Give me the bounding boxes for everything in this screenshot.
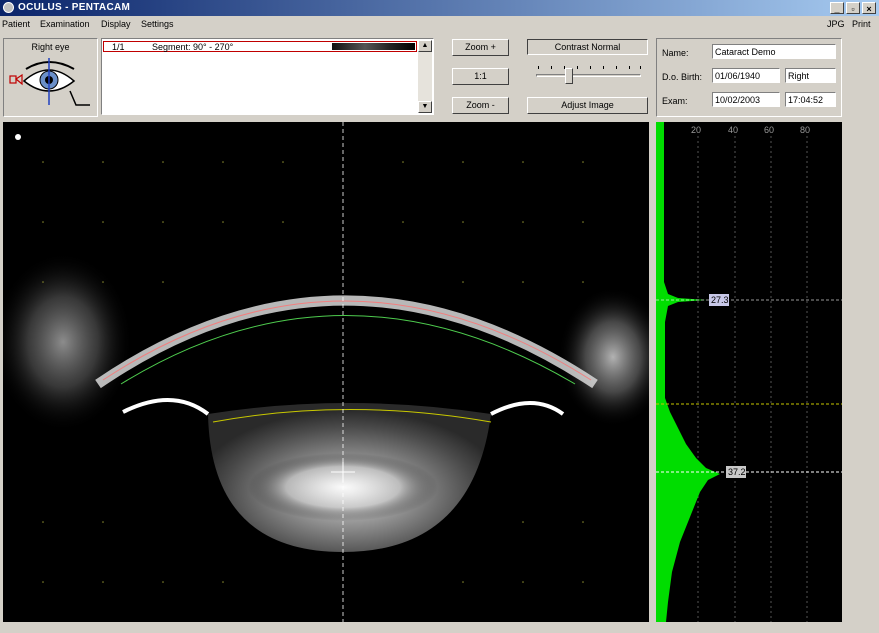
menu-bar: Patient Examination Display Settings JPG… bbox=[0, 16, 879, 33]
peak-1-value: 27.3 bbox=[711, 295, 729, 305]
close-button[interactable]: × bbox=[862, 2, 876, 14]
window-title: OCULUS - PENTACAM bbox=[18, 2, 131, 13]
scheimpflug-image[interactable] bbox=[3, 122, 649, 622]
dob-label: D.o. Birth: bbox=[662, 72, 703, 82]
slider-tick bbox=[538, 66, 539, 69]
slider-tick bbox=[603, 66, 604, 69]
densitogram-tick: 40 bbox=[728, 125, 738, 135]
name-field[interactable]: Cataract Demo bbox=[712, 44, 836, 59]
segment-row[interactable]: 1/1 Segment: 90° - 270° bbox=[103, 41, 417, 52]
adjust-image-button[interactable]: Adjust Image bbox=[527, 97, 648, 114]
zoom-out-button[interactable]: Zoom - bbox=[452, 97, 509, 114]
eye-icon bbox=[9, 58, 90, 106]
densitogram-panel: 20 40 60 80 27.3 37.2 bbox=[656, 122, 842, 622]
eye-label: Right eye bbox=[31, 42, 70, 52]
segment-label: Segment: 90° - 270° bbox=[152, 42, 234, 52]
title-bar: OCULUS - PENTACAM _ ▫ × bbox=[0, 0, 879, 16]
densitogram-curve bbox=[656, 122, 720, 622]
menu-print[interactable]: Print bbox=[852, 19, 871, 29]
scroll-up-icon[interactable]: ▲ bbox=[418, 40, 432, 52]
densitogram-tick: 20 bbox=[691, 125, 701, 135]
contrast-slider-thumb[interactable] bbox=[565, 68, 573, 84]
menu-display[interactable]: Display bbox=[101, 19, 131, 29]
slider-tick bbox=[551, 66, 552, 69]
contrast-slider-track[interactable] bbox=[536, 74, 641, 77]
segment-list[interactable]: 1/1 Segment: 90° - 270° ▲ ▼ bbox=[101, 38, 434, 115]
menu-patient[interactable]: Patient bbox=[2, 19, 30, 29]
app-icon bbox=[3, 2, 14, 13]
exam-date-field[interactable]: 10/02/2003 bbox=[712, 92, 780, 107]
exam-time-field[interactable]: 17:04:52 bbox=[785, 92, 836, 107]
dob-field[interactable]: 01/06/1940 bbox=[712, 68, 780, 83]
scroll-down-icon[interactable]: ▼ bbox=[418, 101, 432, 113]
zoom-reset-button[interactable]: 1:1 bbox=[452, 68, 509, 85]
slider-tick bbox=[629, 66, 630, 69]
menu-settings[interactable]: Settings bbox=[141, 19, 174, 29]
eye-side-field[interactable]: Right bbox=[785, 68, 836, 83]
eye-selector[interactable]: Right eye bbox=[3, 38, 98, 117]
exam-label: Exam: bbox=[662, 96, 688, 106]
densitogram-tick: 80 bbox=[800, 125, 810, 135]
densitogram-tick: 60 bbox=[764, 125, 774, 135]
segment-thumbnail bbox=[332, 43, 415, 50]
zoom-in-button[interactable]: Zoom + bbox=[452, 39, 509, 56]
menu-examination[interactable]: Examination bbox=[40, 19, 90, 29]
contrast-normal-button[interactable]: Contrast Normal bbox=[527, 39, 648, 55]
peak-2-value: 37.2 bbox=[728, 467, 746, 477]
slider-tick bbox=[590, 66, 591, 69]
slider-tick bbox=[616, 66, 617, 69]
minimize-button[interactable]: _ bbox=[830, 2, 844, 14]
slider-tick bbox=[640, 66, 641, 69]
patient-info: Name: Cataract Demo D.o. Birth: 01/06/19… bbox=[656, 38, 842, 117]
name-label: Name: bbox=[662, 48, 689, 58]
restore-button[interactable]: ▫ bbox=[846, 2, 860, 14]
menu-jpg[interactable]: JPG bbox=[827, 19, 845, 29]
segment-index: 1/1 bbox=[112, 42, 125, 52]
segment-scrollbar[interactable]: ▲ ▼ bbox=[418, 40, 432, 113]
slider-tick bbox=[577, 66, 578, 69]
